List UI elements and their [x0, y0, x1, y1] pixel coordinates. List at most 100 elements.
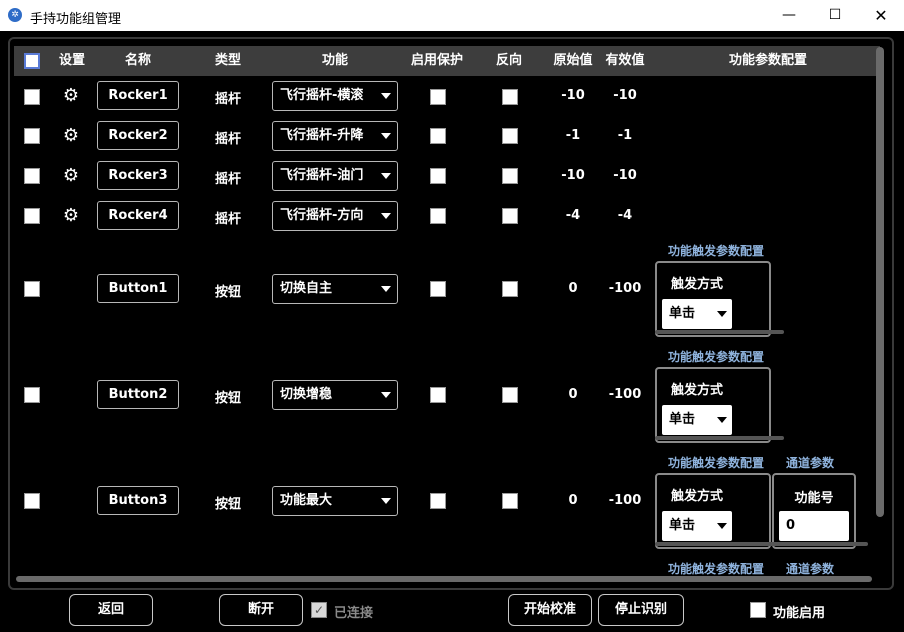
protect-checkbox[interactable] — [430, 128, 446, 144]
row-name-field[interactable]: Button1 — [97, 274, 179, 303]
row-name-field[interactable]: Button2 — [97, 380, 179, 409]
window-title: 手持功能组管理 — [30, 12, 122, 27]
row-checkbox[interactable] — [24, 281, 40, 297]
protect-checkbox[interactable] — [430, 89, 446, 105]
protect-checkbox[interactable] — [430, 281, 446, 297]
function-select[interactable]: 飞行摇杆-油门 — [272, 161, 398, 191]
header-settings: 设置 — [58, 53, 85, 68]
row-checkbox[interactable] — [24, 89, 40, 105]
row-checkbox[interactable] — [24, 208, 40, 224]
reverse-checkbox[interactable] — [502, 128, 518, 144]
gear-icon[interactable]: ⚙ — [61, 166, 81, 186]
function-select[interactable]: 飞行摇杆-方向 — [272, 201, 398, 231]
function-table: 设置 名称 类型 功能 启用保护 反向 原始值 有效值 功能参数配置 ⚙ Roc… — [14, 46, 880, 580]
vertical-scrollbar[interactable] — [876, 47, 884, 517]
header-effective-value: 有效值 — [605, 53, 645, 68]
start-calibration-button[interactable]: 开始校准 — [508, 594, 592, 626]
channel-param-label: 通道参数 — [786, 562, 835, 576]
row-type: 按钮 — [214, 285, 241, 300]
row-type: 按钮 — [214, 391, 241, 406]
function-select[interactable]: 切换增稳 — [272, 380, 398, 410]
chevron-down-icon — [717, 523, 727, 529]
channel-param-label: 通道参数 — [786, 456, 835, 470]
chevron-down-icon — [381, 133, 391, 139]
disconnect-button[interactable]: 断开 — [219, 594, 303, 626]
reverse-checkbox[interactable] — [502, 387, 518, 403]
function-number-value: 0 — [786, 518, 796, 533]
row-checkbox[interactable] — [24, 493, 40, 509]
stop-recognition-button[interactable]: 停止识别 — [598, 594, 684, 626]
function-select[interactable]: 飞行摇杆-升降 — [272, 121, 398, 151]
row-name-field[interactable]: Rocker4 — [97, 201, 179, 230]
row-type: 摇杆 — [214, 92, 241, 107]
gear-icon[interactable]: ⚙ — [61, 206, 81, 226]
raw-value: -10 — [561, 168, 585, 183]
maximize-button[interactable]: ☐ — [812, 0, 858, 31]
function-select-value: 切换增稳 — [280, 387, 333, 402]
row-type: 摇杆 — [214, 132, 241, 147]
function-select-value: 切换自主 — [280, 281, 333, 296]
trigger-mode-value: 单击 — [669, 518, 696, 533]
table-header: 设置 名称 类型 功能 启用保护 反向 原始值 有效值 功能参数配置 — [14, 46, 880, 76]
protect-checkbox[interactable] — [430, 168, 446, 184]
chevron-down-icon — [381, 213, 391, 219]
effective-value: -4 — [617, 208, 633, 223]
row-checkbox[interactable] — [24, 128, 40, 144]
chevron-down-icon — [717, 417, 727, 423]
row-checkbox[interactable] — [24, 387, 40, 403]
gear-icon[interactable]: ⚙ — [61, 86, 81, 106]
gear-icon[interactable]: ⚙ — [61, 126, 81, 146]
function-select[interactable]: 功能最大 — [272, 486, 398, 516]
minimize-button[interactable]: — — [766, 0, 812, 31]
protect-checkbox[interactable] — [430, 208, 446, 224]
raw-value: -4 — [565, 208, 581, 223]
row-checkbox[interactable] — [24, 168, 40, 184]
function-select-value: 飞行摇杆-升降 — [280, 128, 364, 143]
raw-value: 0 — [568, 493, 578, 508]
config-scrollbar[interactable] — [655, 542, 868, 546]
trigger-mode-select[interactable]: 单击 — [662, 405, 732, 435]
trigger-mode-select[interactable]: 单击 — [662, 299, 732, 329]
reverse-checkbox[interactable] — [502, 208, 518, 224]
effective-value: -1 — [617, 128, 633, 143]
protect-checkbox[interactable] — [430, 387, 446, 403]
protect-checkbox[interactable] — [430, 493, 446, 509]
function-select-value: 飞行摇杆-油门 — [280, 168, 364, 183]
row-name-field[interactable]: Rocker2 — [97, 121, 179, 150]
horizontal-scrollbar[interactable] — [16, 576, 872, 582]
header-protect: 启用保护 — [410, 53, 463, 68]
trigger-mode-label: 触发方式 — [671, 277, 724, 292]
function-select-value: 功能最大 — [280, 493, 333, 508]
chevron-down-icon — [381, 392, 391, 398]
reverse-checkbox[interactable] — [502, 281, 518, 297]
trigger-config-label: 功能触发参数配置 — [668, 350, 765, 364]
raw-value: -1 — [565, 128, 581, 143]
trigger-mode-select[interactable]: 单击 — [662, 511, 732, 541]
header-param-config: 功能参数配置 — [728, 53, 807, 68]
row-name-field[interactable]: Rocker3 — [97, 161, 179, 190]
reverse-checkbox[interactable] — [502, 493, 518, 509]
function-enable-checkbox[interactable] — [750, 602, 766, 618]
config-scrollbar[interactable] — [655, 330, 784, 334]
row-name-field[interactable]: Rocker1 — [97, 81, 179, 110]
chevron-down-icon — [717, 311, 727, 317]
trigger-mode-label: 触发方式 — [671, 489, 724, 504]
chevron-down-icon — [381, 286, 391, 292]
raw-value: 0 — [568, 281, 578, 296]
function-select[interactable]: 切换自主 — [272, 274, 398, 304]
back-button[interactable]: 返回 — [69, 594, 153, 626]
chevron-down-icon — [381, 173, 391, 179]
effective-value: -10 — [613, 168, 637, 183]
function-select[interactable]: 飞行摇杆-横滚 — [272, 81, 398, 111]
row-name-field[interactable]: Button3 — [97, 486, 179, 515]
select-all-checkbox[interactable] — [24, 53, 40, 69]
trigger-mode-value: 单击 — [669, 412, 696, 427]
config-scrollbar[interactable] — [655, 436, 784, 440]
reverse-checkbox[interactable] — [502, 168, 518, 184]
trigger-config-box: 触发方式 单击 — [655, 367, 771, 443]
function-number-input[interactable]: 0 — [779, 511, 849, 541]
reverse-checkbox[interactable] — [502, 89, 518, 105]
close-button[interactable]: ✕ — [858, 0, 904, 31]
header-function: 功能 — [321, 53, 348, 68]
function-select-value: 飞行摇杆-方向 — [280, 208, 364, 223]
